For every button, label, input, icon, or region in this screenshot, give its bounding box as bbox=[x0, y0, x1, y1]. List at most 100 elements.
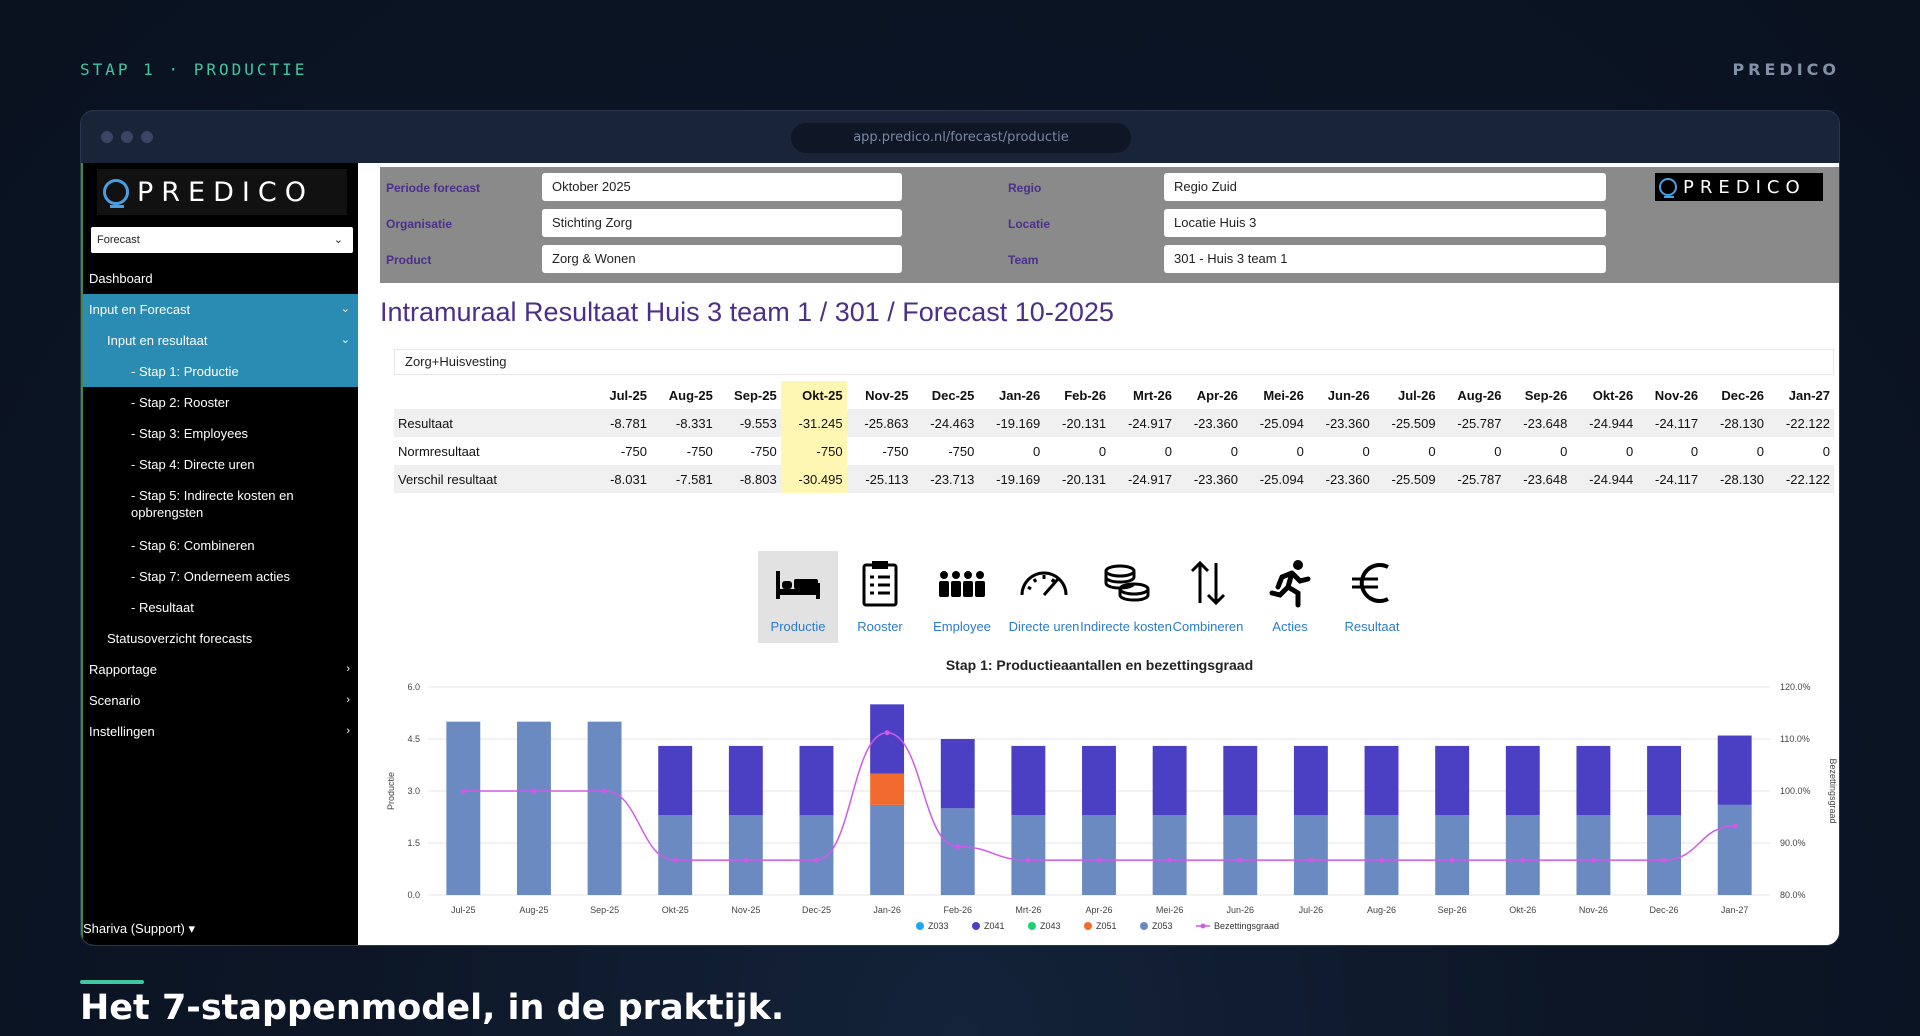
bar-z041 bbox=[1717, 735, 1752, 805]
x-tick-label: Okt-26 bbox=[1509, 905, 1536, 915]
y2-tick-label: 120.0% bbox=[1780, 682, 1811, 692]
sidebar-item-stap-3[interactable]: - Stap 3: Employees bbox=[83, 418, 358, 449]
y-tick-label: 6.0 bbox=[407, 682, 420, 692]
sidebar-item-stap-5[interactable]: - Stap 5: Indirecte kosten en opbrengste… bbox=[83, 480, 358, 530]
row-label: Resultaat bbox=[394, 409, 594, 437]
table-cell: -25.509 bbox=[1373, 409, 1440, 437]
y2-tick-label: 90.0% bbox=[1780, 838, 1806, 848]
table-cell: 0 bbox=[1560, 443, 1568, 459]
line-point bbox=[1025, 857, 1031, 863]
table-cell: -23.648 bbox=[1505, 409, 1572, 437]
sidebar-item-stap-2[interactable]: - Stap 2: Rooster bbox=[83, 387, 358, 418]
row-label: Verschil resultaat bbox=[394, 465, 594, 493]
month-header: Aug-26 bbox=[1457, 387, 1502, 403]
table-cell: -24.917 bbox=[1110, 409, 1177, 437]
step-tile-resultaat[interactable]: Resultaat bbox=[1332, 551, 1412, 643]
table-cell: -30.495 bbox=[780, 465, 847, 493]
table-cell: -19.169 bbox=[978, 409, 1045, 437]
table-cell: -25.509 bbox=[1373, 465, 1440, 493]
legend-label: Z053 bbox=[1152, 921, 1173, 931]
bar-z053 bbox=[940, 808, 975, 895]
table-cell: -25.094 bbox=[1241, 409, 1308, 437]
table-row: Resultaat -8.781 -8.331 -9.553 -31.245 -25.86… bbox=[394, 409, 1834, 437]
table-cell: -23.360 bbox=[1307, 465, 1374, 493]
sidebar-logo[interactable]: PREDICO bbox=[97, 169, 347, 215]
line-point bbox=[672, 857, 678, 863]
line-point bbox=[743, 857, 749, 863]
sidebar-item-input-en-resultaat[interactable]: Input en resultaat ⌄ bbox=[83, 325, 358, 356]
line-point bbox=[460, 788, 466, 794]
sidebar-item-statusoverzicht[interactable]: Statusoverzicht forecasts bbox=[83, 623, 358, 654]
line-point bbox=[884, 730, 890, 736]
user-menu[interactable]: Shariva (Support) ▾ bbox=[83, 921, 195, 937]
month-header: Aug-25 bbox=[668, 387, 713, 403]
bar-z053 bbox=[1576, 815, 1611, 895]
sidebar-item-stap-6[interactable]: - Stap 6: Combineren bbox=[83, 530, 358, 561]
periode-field[interactable]: Oktober 2025 bbox=[542, 173, 902, 201]
x-tick-label: Mrt-26 bbox=[1015, 905, 1041, 915]
organisatie-field[interactable]: Stichting Zorg bbox=[542, 209, 902, 237]
results-table: Jul-25 Aug-25 Sep-25 Okt-25 Nov-25 Dec-25 Jan-… bbox=[394, 381, 1834, 493]
predico-logo-icon bbox=[1659, 178, 1677, 198]
main-content: Periode forecast Oktober 2025 Organisati… bbox=[358, 163, 1839, 945]
product-field[interactable]: Zorg & Wonen bbox=[542, 245, 902, 273]
line-point bbox=[1661, 857, 1667, 863]
bar-z041 bbox=[1293, 745, 1328, 816]
sidebar-item-input-en-forecast[interactable]: Input en Forecast ⌄ bbox=[83, 294, 358, 325]
month-header: Jul-26 bbox=[1398, 387, 1436, 403]
sidebar-item-stap-7[interactable]: - Stap 7: Onderneem acties bbox=[83, 561, 358, 592]
table-cell: -750 bbox=[948, 443, 975, 459]
table-cell: -25.113 bbox=[846, 465, 913, 493]
bar-z053 bbox=[1505, 815, 1540, 895]
caption-accent bbox=[80, 980, 144, 984]
window-dot-icon[interactable] bbox=[141, 131, 153, 143]
legend-label: Bezettingsgraad bbox=[1214, 921, 1279, 931]
bar-z041 bbox=[728, 745, 763, 816]
bar-z053 bbox=[1011, 815, 1046, 895]
locatie-field[interactable]: Locatie Huis 3 bbox=[1164, 209, 1606, 237]
y-tick-label: 1.5 bbox=[407, 838, 420, 848]
table-cell: -8.781 bbox=[594, 409, 651, 437]
line-point bbox=[1167, 857, 1173, 863]
table-cell: 0 bbox=[1033, 443, 1041, 459]
bar-z053 bbox=[1435, 815, 1470, 895]
chevron-right-icon: › bbox=[346, 725, 350, 737]
bar-z053 bbox=[658, 815, 693, 895]
module-select[interactable]: Forecast ⌄ bbox=[91, 227, 353, 253]
sidebar-item-scenario[interactable]: Scenario › bbox=[83, 685, 358, 716]
y-axis-label: Productie bbox=[386, 772, 396, 810]
window-dot-icon[interactable] bbox=[121, 131, 133, 143]
line-point bbox=[1237, 857, 1243, 863]
x-tick-label: Sep-26 bbox=[1438, 905, 1467, 915]
window-dot-icon[interactable] bbox=[101, 131, 113, 143]
sidebar-item-resultaat[interactable]: - Resultaat bbox=[83, 592, 358, 623]
x-tick-label: Jan-26 bbox=[873, 905, 901, 915]
y-tick-label: 3.0 bbox=[407, 786, 420, 796]
sidebar-item-stap-4[interactable]: - Stap 4: Directe uren bbox=[83, 449, 358, 480]
table-cell: 0 bbox=[1296, 443, 1304, 459]
category-select[interactable]: Zorg+Huisvesting bbox=[394, 349, 1834, 375]
table-header-row: Jul-25 Aug-25 Sep-25 Okt-25 Nov-25 Dec-25 Jan-… bbox=[394, 381, 1834, 409]
sidebar-item-rapportage[interactable]: Rapportage › bbox=[83, 654, 358, 685]
line-point bbox=[1590, 857, 1596, 863]
chevron-down-icon: ⌄ bbox=[340, 334, 350, 346]
legend-marker bbox=[1028, 922, 1036, 930]
table-cell: 0 bbox=[1362, 443, 1370, 459]
sidebar-item-instellingen[interactable]: Instellingen › bbox=[83, 716, 358, 747]
month-header: Jun-26 bbox=[1327, 387, 1370, 403]
chart-title: Stap 1: Productieaantallen en bezettings… bbox=[945, 657, 1254, 673]
table-cell: -22.122 bbox=[1768, 465, 1834, 493]
table-cell: -8.331 bbox=[650, 409, 717, 437]
caption: Het 7-stappenmodel, in de praktijk. bbox=[80, 988, 785, 1028]
sidebar-item-stap-1[interactable]: - Stap 1: Productie bbox=[83, 356, 358, 387]
team-field[interactable]: 301 - Huis 3 team 1 bbox=[1164, 245, 1606, 273]
line-point bbox=[1096, 857, 1102, 863]
table-cell: -8.803 bbox=[716, 465, 781, 493]
regio-field[interactable]: Regio Zuid bbox=[1164, 173, 1606, 201]
x-tick-label: Jan-27 bbox=[1721, 905, 1749, 915]
address-bar[interactable]: app.predico.nl/forecast/productie bbox=[791, 123, 1131, 153]
table-cell: -9.553 bbox=[716, 409, 781, 437]
sidebar-item-dashboard[interactable]: Dashboard bbox=[83, 263, 358, 294]
brand-label: PREDICO bbox=[1732, 60, 1840, 79]
x-tick-label: Jun-26 bbox=[1226, 905, 1254, 915]
